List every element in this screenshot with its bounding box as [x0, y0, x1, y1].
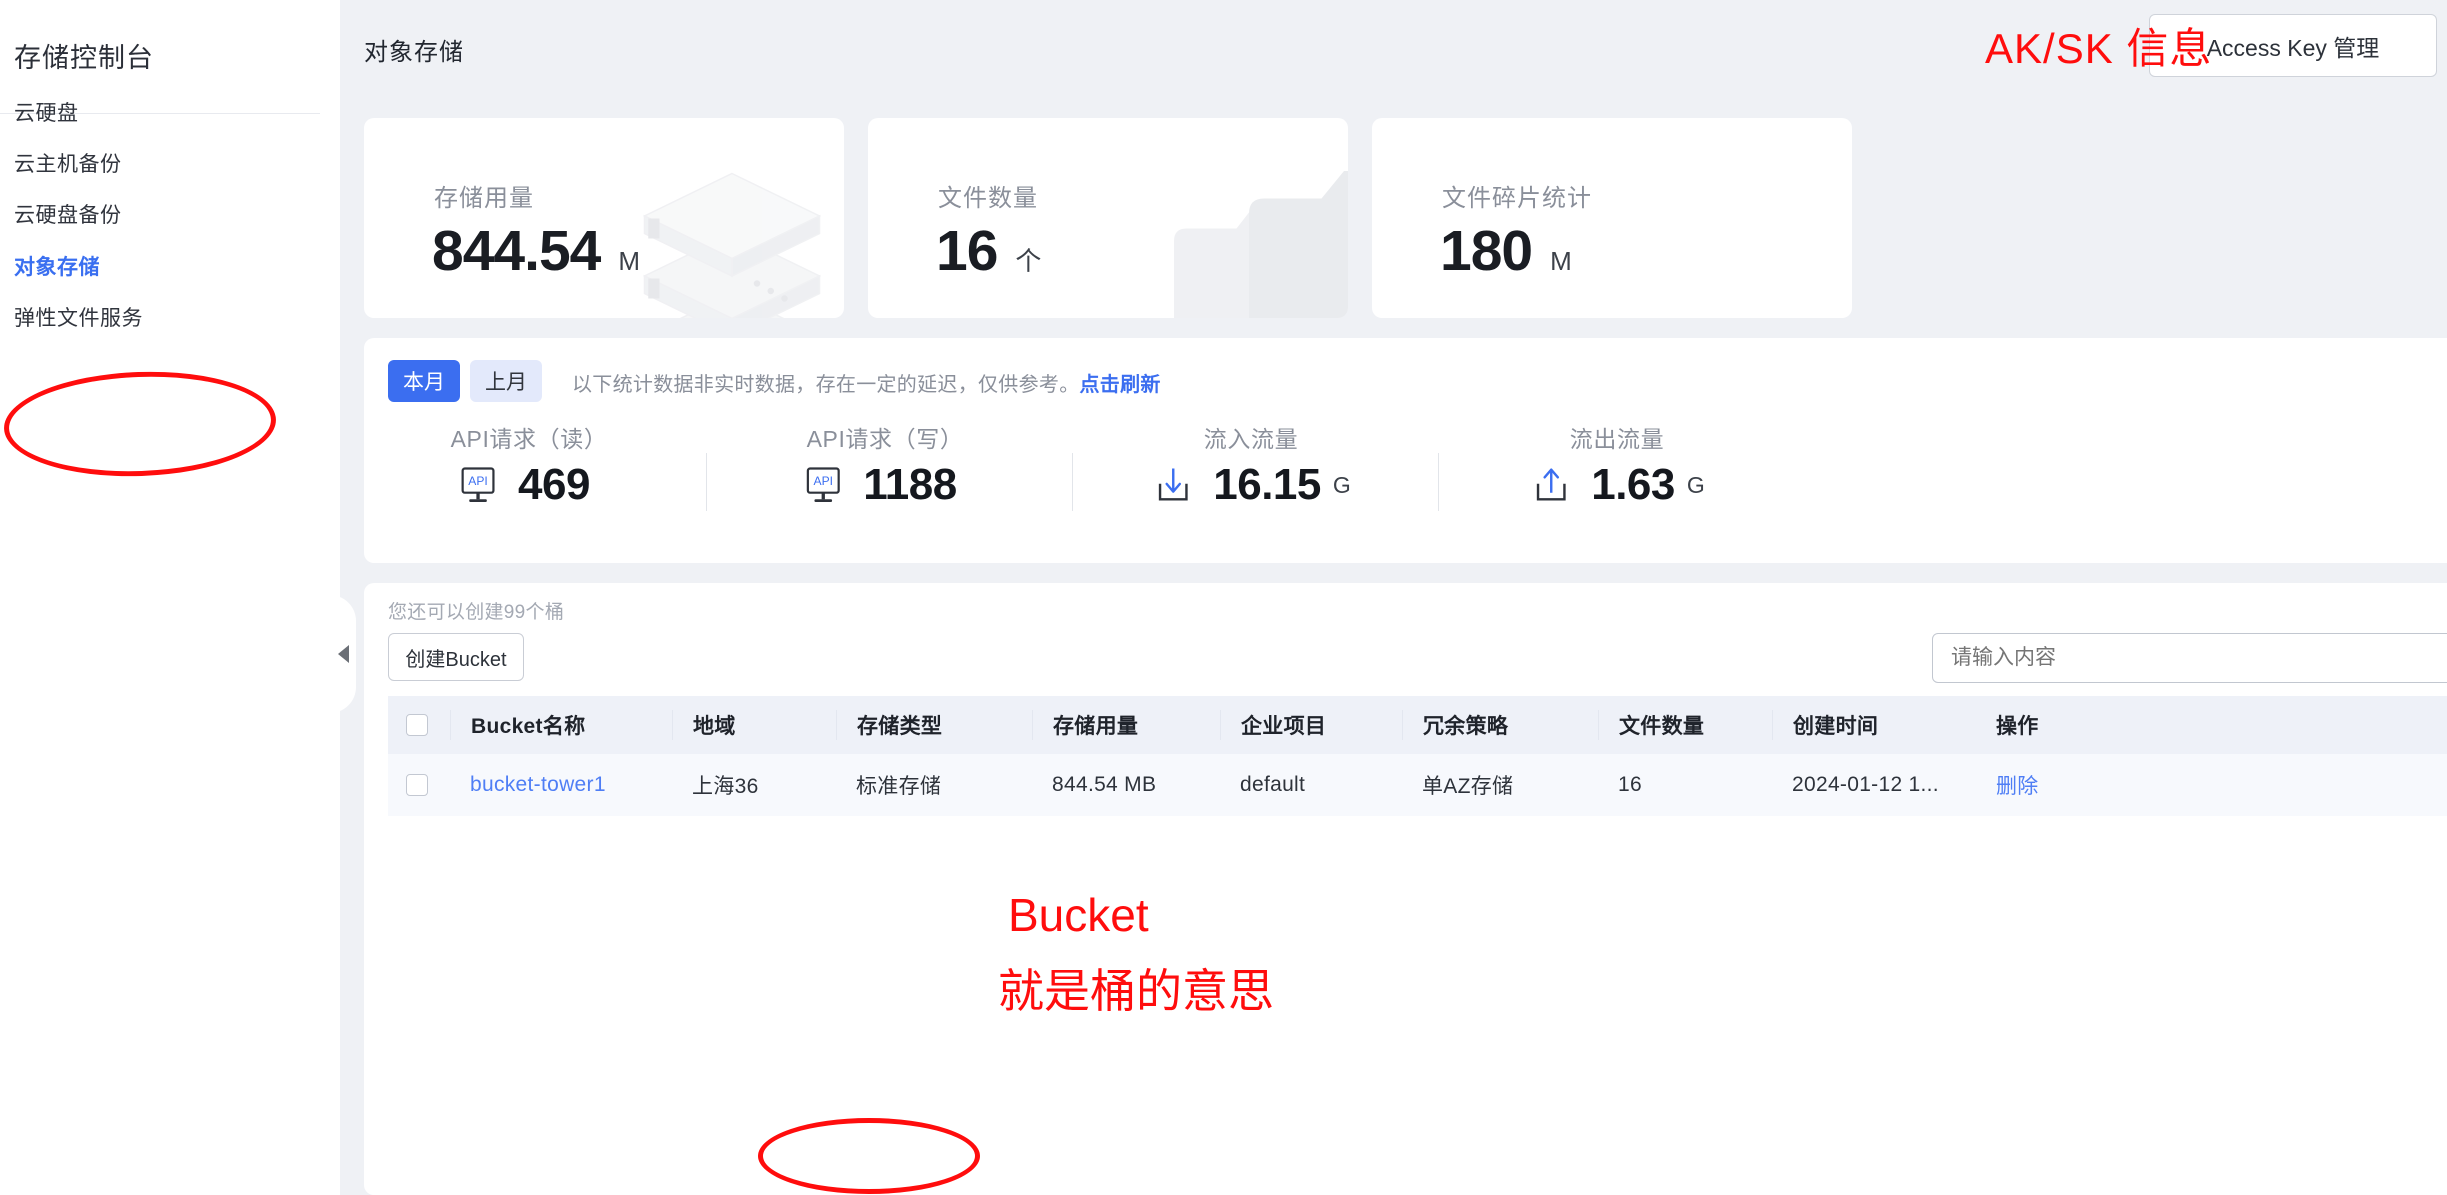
bucket-quota-text: 您还可以创建99个桶 [388, 602, 565, 623]
metric-label: API请求（读） [450, 426, 608, 452]
api-monitor-icon: API [461, 467, 495, 502]
stat-card-unit: M [618, 246, 641, 276]
tab-current-month[interactable]: 本月 [388, 360, 460, 402]
statistics-note-text: 以下统计数据非实时数据，存在一定的延迟，仅供参考。 [572, 374, 1080, 396]
stat-card-label: 存储用量 [434, 185, 534, 212]
metric-divider [1072, 453, 1073, 511]
folder-illustration-icon [1174, 171, 1348, 318]
metric-unit: G [1332, 471, 1351, 498]
stat-card-value: 844.54 [432, 219, 601, 283]
cell-created-time: 2024-01-12 1... [1792, 773, 1939, 796]
stat-card-fragment-stats: 文件碎片统计 180 M [1372, 118, 1852, 318]
stat-card-unit: M [1550, 246, 1572, 276]
access-key-management-button[interactable]: Access Key 管理 [2149, 14, 2437, 77]
select-all-checkbox-cell[interactable] [388, 714, 450, 736]
stat-card-value-row: 16 个 [936, 218, 1041, 284]
bucket-name-link[interactable]: bucket-tower1 [470, 773, 606, 796]
column-header-bucket-name[interactable]: Bucket名称 [450, 710, 672, 740]
metric-value: 469 [518, 460, 590, 509]
metric-value: 1188 [863, 460, 957, 509]
upload-tray-icon [1536, 468, 1566, 501]
metric-value: 16.15 [1213, 460, 1321, 509]
cell-action[interactable]: 删除 [1976, 770, 2136, 800]
select-all-checkbox[interactable] [406, 714, 428, 736]
column-header-project[interactable]: 企业项目 [1220, 710, 1402, 740]
bucket-panel: 您还可以创建99个桶 创建Bucket Bucket名称 地域 存储类型 存储用… [364, 583, 2447, 1195]
page-title: 对象存储 [364, 39, 464, 66]
statistics-panel: 本月 上月 以下统计数据非实时数据，存在一定的延迟，仅供参考。点击刷新 API请… [364, 338, 2447, 563]
sidebar-item-disk-backup[interactable]: 云硬盘备份 [14, 199, 122, 229]
chevron-left-icon [337, 645, 349, 663]
sidebar: 存储控制台 云硬盘 云主机备份 云硬盘备份 对象存储 弹性文件服务 [0, 0, 340, 1195]
sidebar-title: 存储控制台 [14, 43, 154, 73]
cell-storage-type: 标准存储 [856, 775, 942, 798]
table-header-row: Bucket名称 地域 存储类型 存储用量 企业项目 冗余策略 文件数量 创建时… [388, 696, 2447, 754]
stat-card-storage-usage: 存储用量 844.54 M [364, 118, 844, 318]
metric-unit: G [1686, 471, 1705, 498]
metric-value-row: API 1188 [801, 460, 968, 510]
cell-project: default [1240, 773, 1306, 796]
metric-label: 流出流量 [1569, 426, 1665, 452]
cell-storage-used: 844.54 MB [1052, 773, 1157, 796]
sidebar-item-host-backup[interactable]: 云主机备份 [14, 148, 122, 178]
main-content: 对象存储 Access Key 管理 存储用量 844.54 M 文件数量 16… [340, 0, 2447, 1195]
row-checkbox[interactable] [406, 774, 428, 796]
bucket-table: Bucket名称 地域 存储类型 存储用量 企业项目 冗余策略 文件数量 创建时… [388, 696, 2447, 816]
sidebar-collapse-button[interactable] [330, 595, 356, 713]
column-header-created-time[interactable]: 创建时间 [1772, 710, 1976, 740]
stat-card-value: 16 [936, 219, 998, 283]
metric-label: API请求（写） [806, 426, 964, 452]
cell-bucket-name[interactable]: bucket-tower1 [450, 773, 672, 797]
column-header-redundancy[interactable]: 冗余策略 [1402, 710, 1598, 740]
annotation-ellipse-object-storage [2, 367, 278, 481]
metric-value-row: API 469 [456, 460, 602, 510]
metric-value-row: 16.15 G [1151, 460, 1351, 510]
refresh-link[interactable]: 点击刷新 [1080, 374, 1161, 396]
metric-value-row: 1.63 G [1529, 460, 1705, 510]
create-bucket-button[interactable]: 创建Bucket [388, 633, 524, 681]
column-header-file-count[interactable]: 文件数量 [1598, 710, 1772, 740]
column-header-region[interactable]: 地域 [672, 710, 836, 740]
tab-last-month[interactable]: 上月 [470, 360, 542, 402]
metric-divider [1438, 453, 1439, 511]
statistics-note: 以下统计数据非实时数据，存在一定的延迟，仅供参考。点击刷新 [572, 368, 1161, 397]
column-header-action: 操作 [1996, 715, 2039, 738]
stat-card-label: 文件碎片统计 [1442, 185, 1592, 212]
svg-text:API: API [468, 474, 488, 488]
metric-value: 1.63 [1591, 460, 1675, 509]
delete-link[interactable]: 删除 [1996, 775, 2039, 798]
stat-card-value-row: 180 M [1440, 218, 1572, 284]
stat-card-value-row: 844.54 M [432, 218, 640, 284]
cell-file-count: 16 [1618, 773, 1642, 796]
stat-card-file-count: 文件数量 16 个 [868, 118, 1348, 318]
sidebar-item-cloud-disk[interactable]: 云硬盘 [14, 97, 79, 127]
stat-card-unit: 个 [1015, 246, 1042, 276]
sidebar-item-object-storage[interactable]: 对象存储 [14, 251, 100, 281]
stat-card-value: 180 [1440, 219, 1533, 283]
cell-redundancy: 单AZ存储 [1422, 775, 1514, 798]
svg-text:API: API [814, 474, 834, 488]
column-header-storage-used[interactable]: 存储用量 [1032, 710, 1220, 740]
cell-region: 上海36 [692, 775, 759, 798]
download-tray-icon [1158, 468, 1188, 501]
api-monitor-icon: API [806, 467, 840, 502]
search-input[interactable] [1932, 633, 2447, 683]
metric-label: 流入流量 [1203, 426, 1299, 452]
metric-divider [706, 453, 707, 511]
row-checkbox-cell[interactable] [388, 774, 450, 796]
column-header-storage-type[interactable]: 存储类型 [836, 710, 1032, 740]
table-row[interactable]: bucket-tower1 上海36 标准存储 844.54 MB defaul… [388, 754, 2447, 816]
sidebar-item-elastic-file[interactable]: 弹性文件服务 [14, 302, 143, 332]
stat-card-label: 文件数量 [938, 185, 1038, 212]
